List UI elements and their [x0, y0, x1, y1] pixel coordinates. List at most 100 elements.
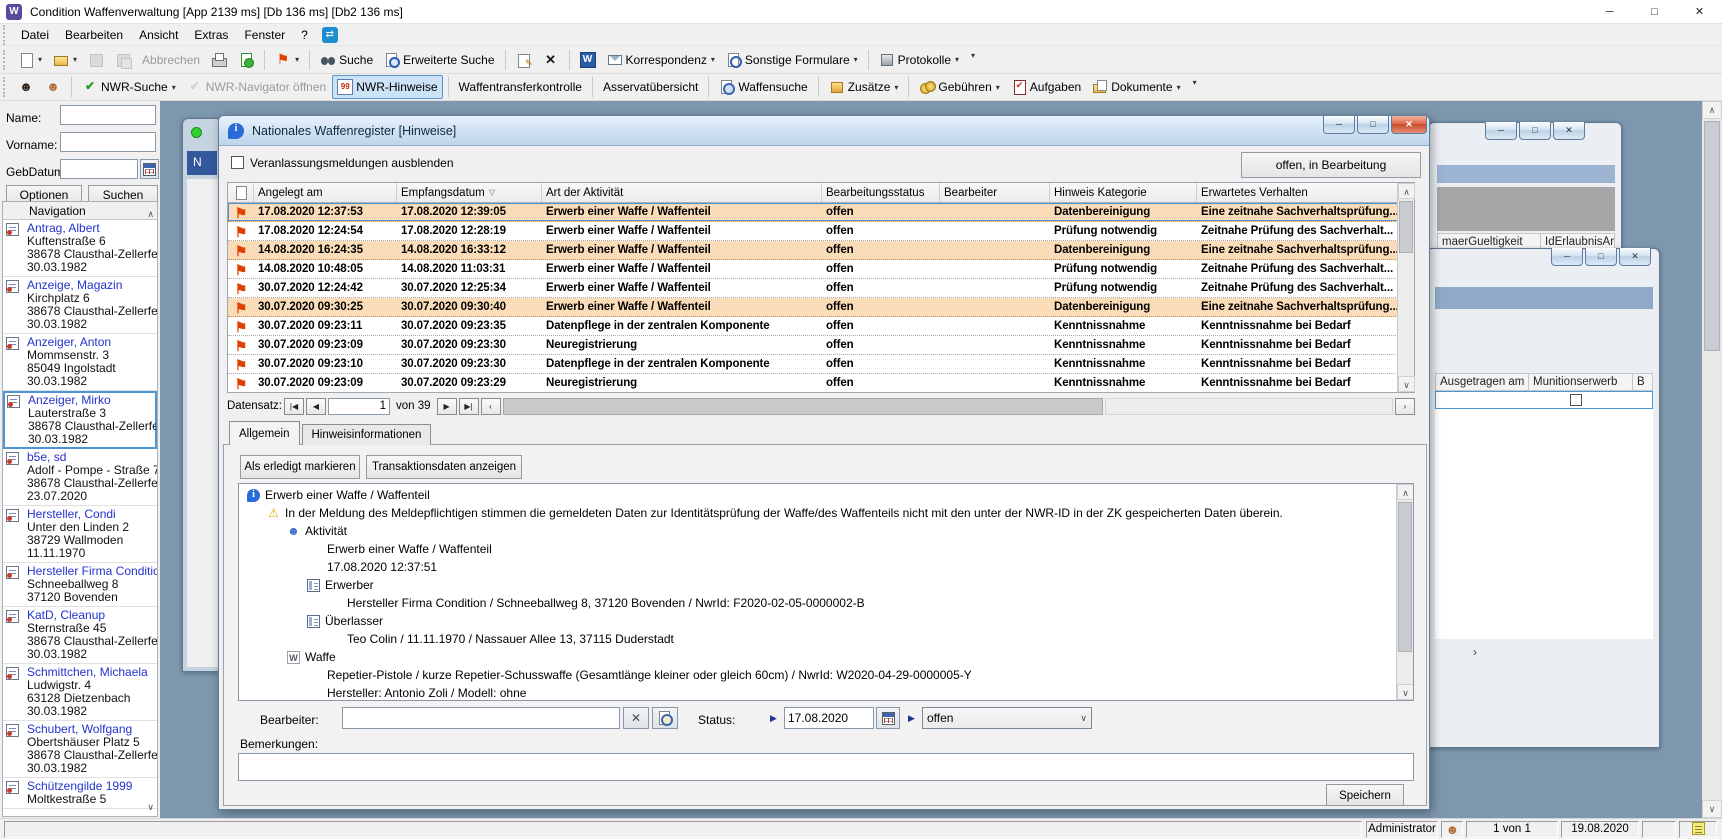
- munitionserwerb-checkbox[interactable]: [1570, 394, 1582, 406]
- nav-item-schmittchen-michaela[interactable]: Schmittchen, MichaelaLudwigstr. 463128 D…: [3, 664, 157, 721]
- dokumente-button[interactable]: Dokumente▾: [1087, 75, 1185, 99]
- nav-item-anzeiger-mirko[interactable]: Anzeiger, MirkoLauterstraße 338678 Claus…: [3, 391, 157, 449]
- status-select[interactable]: offen ∨: [922, 707, 1092, 729]
- veranlassung-checkbox[interactable]: [231, 156, 244, 169]
- table-scroll-up-icon[interactable]: ∧: [1398, 183, 1415, 199]
- bearbeiter-input[interactable]: [342, 707, 620, 729]
- hscroll-left-icon[interactable]: ‹: [481, 398, 501, 415]
- pager-first-button[interactable]: |◀: [284, 398, 304, 415]
- menu-item-[interactable]: ?: [293, 25, 316, 45]
- bearbeiter-clear-button[interactable]: [623, 707, 649, 729]
- column-header-hinweis-kategorie[interactable]: Hinweis Kategorie: [1050, 183, 1197, 202]
- table-scroll-thumb[interactable]: [1399, 201, 1413, 253]
- menu-item-bearbeiten[interactable]: Bearbeiten: [57, 25, 131, 45]
- printer-button[interactable]: [206, 48, 232, 72]
- state-button[interactable]: offen, in Bearbeitung: [1241, 152, 1421, 178]
- remote-support-icon[interactable]: [322, 27, 338, 43]
- menu-item-datei[interactable]: Datei: [13, 25, 57, 45]
- window-a-minimize-button[interactable]: ─: [1485, 122, 1517, 140]
- waffentransferkontrolle-button[interactable]: Waffentransferkontrolle: [454, 76, 587, 98]
- protokolle-button[interactable]: Protokolle▾: [874, 48, 964, 72]
- bemerkungen-input[interactable]: [238, 753, 1414, 781]
- open-folder-button[interactable]: ▾: [48, 48, 82, 72]
- delete-x-button[interactable]: [538, 48, 564, 72]
- hscroll-thumb[interactable]: [503, 398, 1103, 415]
- asservat-bersicht-button[interactable]: Asservatübersicht: [598, 76, 703, 98]
- bearbeiter-search-button[interactable]: [652, 707, 678, 729]
- table-row[interactable]: 17.08.2020 12:24:5417.08.2020 12:28:19Er…: [228, 222, 1414, 241]
- window-b-scroll-right-icon[interactable]: ›: [1473, 645, 1477, 659]
- column-header-munitionserwerb[interactable]: Munitionserwerb: [1529, 373, 1633, 391]
- geb-hren-button[interactable]: Gebühren▾: [914, 75, 1004, 99]
- column-header-bearbeitungsstatus[interactable]: Bearbeitungsstatus: [822, 183, 940, 202]
- menu-item-extras[interactable]: Extras: [186, 25, 236, 45]
- nav-item-anzeiger-anton[interactable]: Anzeiger, AntonMommsenstr. 385049 Ingols…: [3, 334, 157, 391]
- table-row[interactable]: 30.07.2020 09:23:0930.07.2020 09:23:30Ne…: [228, 336, 1414, 355]
- mdi-scroll-thumb[interactable]: [1704, 121, 1720, 351]
- detail-scroll-thumb[interactable]: [1398, 502, 1412, 652]
- menu-item-ansicht[interactable]: Ansicht: [131, 25, 186, 45]
- dialog-close-button[interactable]: ✕: [1391, 116, 1427, 134]
- pager-previous-button[interactable]: ◀: [306, 398, 326, 415]
- nwr-suche-button[interactable]: NWR-Suche▾: [77, 75, 181, 99]
- table-row[interactable]: 14.08.2020 16:24:3514.08.2020 16:33:12Er…: [228, 241, 1414, 260]
- mdi-scroll-down-icon[interactable]: ∨: [1702, 800, 1722, 818]
- table-row[interactable]: 30.07.2020 12:24:4230.07.2020 12:25:34Er…: [228, 279, 1414, 298]
- window-b-selected-row[interactable]: [1435, 391, 1653, 409]
- save-button[interactable]: Speichern: [1326, 784, 1404, 806]
- menu-item-fenster[interactable]: Fenster: [236, 25, 293, 45]
- suche-button[interactable]: Suche: [315, 48, 378, 72]
- korrespondenz-button[interactable]: Korrespondenz▾: [602, 48, 720, 72]
- erweiterte-suche-button[interactable]: Erweiterte Suche: [379, 48, 499, 72]
- nav-item-hersteller-condi[interactable]: Hersteller, CondiUnter den Linden 238729…: [3, 506, 157, 563]
- column-header-erwartetes-verhalten[interactable]: Erwartetes Verhalten: [1197, 183, 1398, 202]
- nav-item-schubert-wolfgang[interactable]: Schubert, WolfgangObertshäuser Platz 538…: [3, 721, 157, 778]
- nav-scroll-down-icon[interactable]: ∨: [147, 802, 154, 813]
- nav-item-anzeige-magazin[interactable]: Anzeige, MagazinKirchplatz 638678 Claust…: [3, 277, 157, 334]
- nav-item-sch-tzengilde-1999[interactable]: Schützengilde 1999Moltkestraße 5: [3, 778, 157, 809]
- table-row[interactable]: 14.08.2020 10:48:0514.08.2020 11:03:31Er…: [228, 260, 1414, 279]
- table-scroll-down-icon[interactable]: ∨: [1398, 376, 1415, 392]
- zus-tze-button[interactable]: Zusätze▾: [824, 75, 904, 99]
- window-a-close-button[interactable]: ✕: [1553, 122, 1585, 140]
- user-dark-button[interactable]: [13, 75, 39, 99]
- table-row[interactable]: 30.07.2020 09:30:2530.07.2020 09:30:40Er…: [228, 298, 1414, 317]
- aufgaben-button[interactable]: Aufgaben: [1006, 75, 1086, 99]
- show-transactions-button[interactable]: Transaktionsdaten anzeigen: [366, 455, 522, 479]
- column-header-art-der-aktivit-t[interactable]: Art der Aktivität: [542, 183, 822, 202]
- status-date-input[interactable]: [784, 707, 874, 729]
- detail-scrollbar[interactable]: ∧ ∨: [1396, 484, 1413, 700]
- table-row[interactable]: 17.08.2020 12:37:5317.08.2020 12:39:05Er…: [228, 203, 1414, 222]
- toolbar-overflow-button[interactable]: ▾: [1193, 75, 1197, 87]
- form-edit-button[interactable]: [511, 48, 537, 72]
- table-scrollbar[interactable]: ∧ ∨: [1397, 183, 1414, 392]
- nav-item-katd-cleanup[interactable]: KatD, CleanupSternstraße 4538678 Clausth…: [3, 607, 157, 664]
- waffensuche-button[interactable]: Waffensuche: [714, 75, 812, 99]
- status-calendar-button[interactable]: [876, 707, 900, 729]
- dialog-maximize-button[interactable]: □: [1357, 116, 1389, 134]
- hscroll-right-icon[interactable]: ›: [1395, 398, 1415, 415]
- sonstige-formulare-button[interactable]: Sonstige Formulare▾: [721, 48, 863, 72]
- window-b-minimize-button[interactable]: ─: [1551, 248, 1583, 266]
- gebdatum-calendar-button[interactable]: [140, 159, 159, 179]
- window-close-button[interactable]: ✕: [1677, 0, 1722, 24]
- gebdatum-input[interactable]: [60, 159, 138, 179]
- dialog-minimize-button[interactable]: ─: [1323, 116, 1355, 134]
- table-row[interactable]: 30.07.2020 09:23:1030.07.2020 09:23:30Da…: [228, 355, 1414, 374]
- user-button[interactable]: [40, 75, 66, 99]
- pager-record-input[interactable]: [328, 398, 390, 415]
- nav-item-hersteller-firma-condition[interactable]: Hersteller Firma ConditionSchneeballweg …: [3, 563, 157, 607]
- print-preview-button[interactable]: [233, 48, 259, 72]
- window-minimize-button[interactable]: ─: [1587, 0, 1632, 24]
- toolbar-overflow-button[interactable]: ▾: [971, 48, 975, 60]
- window-a-maximize-button[interactable]: □: [1519, 122, 1551, 140]
- detail-scroll-up-icon[interactable]: ∧: [1397, 484, 1414, 500]
- hscroll-track[interactable]: [1105, 398, 1393, 415]
- tab-allgemein[interactable]: Allgemein: [229, 421, 300, 445]
- window-b-maximize-button[interactable]: □: [1585, 248, 1617, 266]
- table-row[interactable]: 30.07.2020 09:23:1130.07.2020 09:23:35Da…: [228, 317, 1414, 336]
- column-header-angelegt-am[interactable]: Angelegt am: [254, 183, 397, 202]
- table-row[interactable]: 30.07.2020 09:23:0930.07.2020 09:23:29Ne…: [228, 374, 1414, 393]
- window-maximize-button[interactable]: □: [1632, 0, 1677, 24]
- pager-last-button[interactable]: ▶|: [459, 398, 479, 415]
